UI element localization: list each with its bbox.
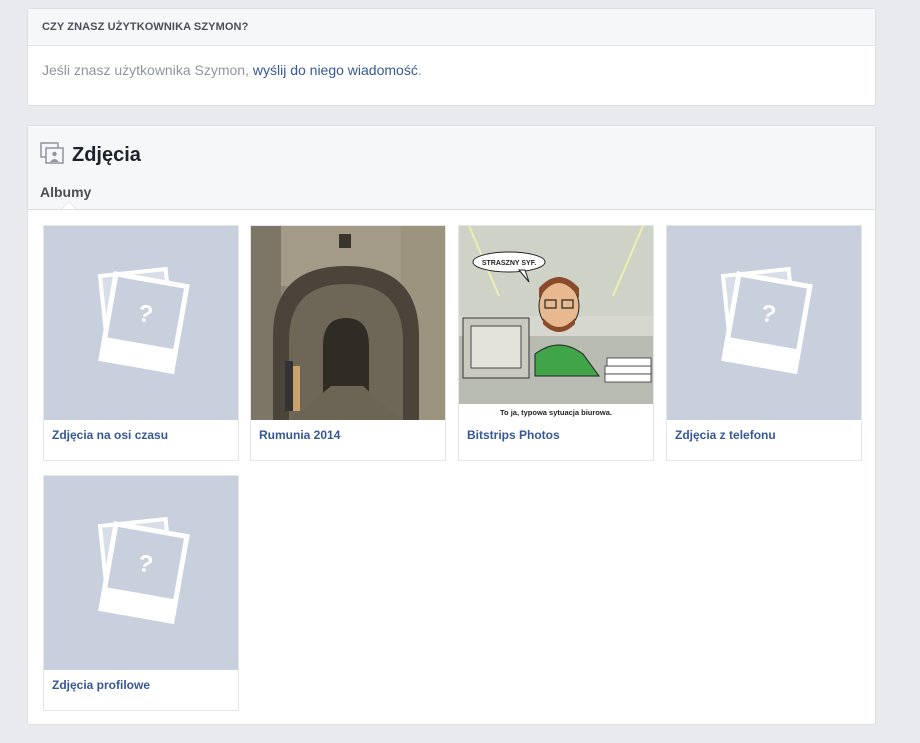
photo-placeholder-icon: ? bbox=[720, 266, 813, 375]
send-message-link[interactable]: wyślij do niego wiadomość bbox=[253, 62, 418, 78]
album-placeholder-image: ? bbox=[667, 226, 861, 420]
know-user-text: Jeśli znasz użytkownika Szymon, wyślij d… bbox=[28, 46, 875, 94]
photos-header: Zdjęcia Albumy bbox=[28, 126, 875, 210]
album-bitstrips[interactable]: STRASZNY SYF. To ja, typowa sytuacja biu… bbox=[458, 225, 654, 461]
album-cover-comic: STRASZNY SYF. To ja, typowa sytuacja biu… bbox=[459, 226, 653, 420]
know-user-suffix: . bbox=[417, 62, 422, 78]
album-mobile[interactable]: ? Zdjęcia z telefonu bbox=[666, 225, 862, 461]
photos-icon bbox=[40, 142, 64, 169]
album-name[interactable]: Bitstrips Photos bbox=[467, 428, 560, 442]
album-romania[interactable]: Rumunia 2014 bbox=[250, 225, 446, 461]
album-name[interactable]: Zdjęcia na osi czasu bbox=[52, 428, 168, 442]
photo-placeholder-icon: ? bbox=[97, 516, 190, 625]
album-profile[interactable]: ? Zdjęcia profilowe bbox=[43, 475, 239, 711]
album-name[interactable]: Zdjęcia profilowe bbox=[52, 678, 150, 692]
album-cover-archway bbox=[251, 226, 445, 420]
tab-caret bbox=[62, 202, 76, 209]
album-timeline[interactable]: ? Zdjęcia na osi czasu bbox=[43, 225, 239, 461]
photos-title-text: Zdjęcia bbox=[72, 144, 141, 166]
album-name[interactable]: Rumunia 2014 bbox=[259, 428, 340, 442]
photos-card: Zdjęcia Albumy ? Zdjęcia na osi czasu Ru… bbox=[27, 125, 876, 725]
photos-title[interactable]: Zdjęcia bbox=[40, 142, 141, 169]
album-placeholder-image: ? bbox=[44, 476, 238, 670]
tab-albums[interactable]: Albumy bbox=[40, 184, 91, 200]
know-user-heading: CZY ZNASZ UŻYTKOWNIKA SZYMON? bbox=[28, 9, 875, 46]
album-name[interactable]: Zdjęcia z telefonu bbox=[675, 428, 776, 442]
comic-caption-text: To ja, typowa sytuacja biurowa. bbox=[500, 408, 612, 417]
photo-placeholder-icon: ? bbox=[97, 266, 190, 375]
comic-bubble-text: STRASZNY SYF. bbox=[482, 260, 536, 267]
know-user-card: CZY ZNASZ UŻYTKOWNIKA SZYMON? Jeśli znas… bbox=[27, 8, 876, 106]
album-placeholder-image: ? bbox=[44, 226, 238, 420]
know-user-prefix: Jeśli znasz użytkownika Szymon, bbox=[42, 62, 253, 78]
